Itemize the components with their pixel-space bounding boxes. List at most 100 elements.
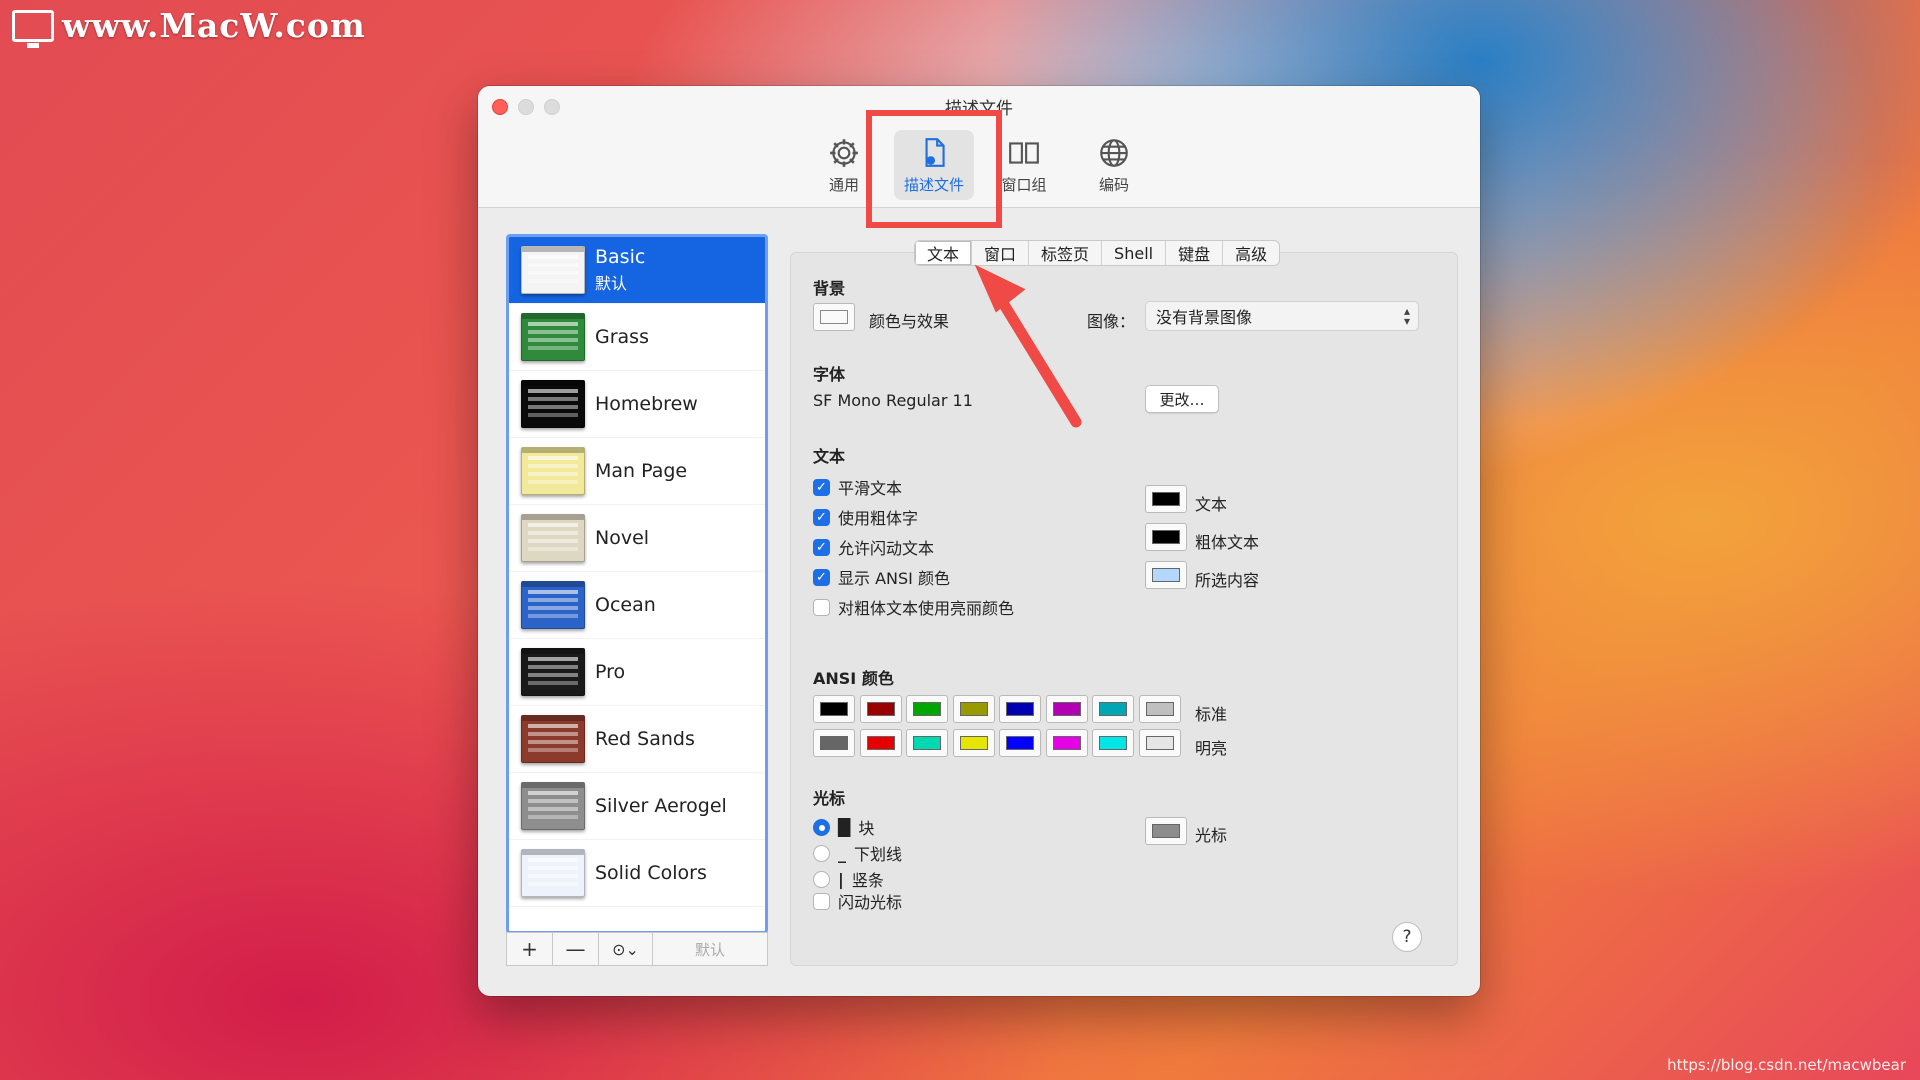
blink-cursor-label: 闪动光标 — [838, 893, 903, 912]
color-fill — [1052, 736, 1081, 750]
ansi-normal-color-well[interactable] — [952, 695, 995, 723]
highlight-box — [866, 110, 1002, 228]
text-color-well[interactable] — [1145, 523, 1187, 551]
profile-default-badge: 默认 — [595, 274, 628, 293]
tab-5[interactable]: 高级 — [1223, 241, 1279, 265]
ansi-normal-color-well[interactable] — [999, 695, 1041, 723]
add-profile-button[interactable]: + — [507, 933, 553, 965]
more-actions-button[interactable]: ⊙⌄ — [599, 933, 653, 965]
profile-thumbnail — [521, 782, 585, 830]
background-section-title: 背景 — [813, 279, 846, 298]
profile-name: Pro — [595, 661, 626, 683]
background-color-well[interactable] — [813, 303, 855, 331]
background-image-select[interactable]: 没有背景图像 ▴ ▾ — [1145, 301, 1419, 331]
profile-item[interactable]: Silver Aerogel — [509, 773, 765, 840]
color-fill — [959, 736, 988, 750]
monitor-icon — [12, 9, 54, 48]
color-fill — [1152, 492, 1180, 506]
text-option-checkbox[interactable]: ✓ 平滑文本 — [813, 475, 902, 499]
profile-item[interactable]: Ocean — [509, 572, 765, 639]
ansi-bright-color-well[interactable] — [999, 729, 1041, 757]
color-fill — [1006, 736, 1034, 750]
profile-name: Silver Aerogel — [595, 795, 727, 817]
color-fill — [1099, 736, 1127, 750]
profile-item[interactable]: Homebrew — [509, 371, 765, 438]
window-groups-icon — [1009, 141, 1039, 164]
checkbox-box: ✓ — [813, 508, 830, 526]
set-default-button[interactable]: 默认 — [653, 933, 767, 965]
profile-name: Ocean — [595, 594, 656, 616]
tab-2[interactable]: 标签页 — [1029, 241, 1103, 265]
cursor-glyph: | — [838, 869, 844, 889]
preferences-window: 描述文件 通用 描述文件 窗口组 编码 Basic 默认 Grass Homebrew… — [478, 86, 1480, 996]
color-fill — [1052, 702, 1081, 716]
cursor-style-radio[interactable]: | 竖条 — [813, 867, 884, 891]
change-font-button[interactable]: 更改… — [1145, 385, 1219, 413]
toolbar-encodings-label: 编码 — [1098, 175, 1129, 194]
remove-profile-button[interactable]: — — [553, 933, 599, 965]
ansi-bright-color-well[interactable] — [906, 729, 948, 757]
text-option-checkbox[interactable]: ✓ 使用粗体字 — [813, 505, 918, 529]
updown-chevron-icon: ▴ ▾ — [1403, 304, 1410, 328]
blink-cursor-checkbox[interactable]: 闪动光标 — [813, 889, 902, 913]
color-fill — [820, 702, 848, 716]
profile-thumbnail — [521, 246, 585, 294]
image-label: 图像： — [1087, 312, 1136, 331]
tab-3[interactable]: Shell — [1102, 241, 1167, 265]
help-button[interactable]: ? — [1392, 922, 1422, 952]
text-color-well[interactable] — [1145, 485, 1187, 513]
text-option-checkbox[interactable]: 对粗体文本使用亮丽颜色 — [813, 595, 1014, 619]
ansi-bright-color-well[interactable] — [1045, 729, 1088, 757]
cursor-color-well[interactable] — [1145, 817, 1187, 845]
cursor-style-radio[interactable]: _ 下划线 — [813, 841, 902, 865]
font-value: SF Mono Regular 11 — [813, 391, 973, 410]
profile-item[interactable]: Red Sands — [509, 706, 765, 773]
cursor-glyph: █ — [838, 817, 851, 837]
profile-item[interactable]: Novel — [509, 505, 765, 572]
credit-text: https://blog.csdn.net/macwbear — [1667, 1056, 1906, 1074]
profile-item[interactable]: Solid Colors — [509, 840, 765, 907]
gear-icon — [830, 138, 858, 167]
font-section-title: 字体 — [813, 365, 846, 384]
text-option-checkbox[interactable]: ✓ 允许闪动文本 — [813, 535, 934, 559]
ansi-normal-label: 标准 — [1195, 705, 1228, 724]
ansi-bright-color-well[interactable] — [1138, 729, 1181, 757]
cursor-style-radio[interactable]: █ 块 — [813, 815, 874, 839]
ansi-bright-color-well[interactable] — [813, 729, 855, 757]
watermark-text: www.MacW.com — [62, 6, 366, 45]
ansi-bright-color-well[interactable] — [952, 729, 995, 757]
text-option-checkbox[interactable]: ✓ 显示 ANSI 颜色 — [813, 565, 950, 589]
cursor-section-title: 光标 — [813, 789, 846, 808]
profile-item[interactable]: Pro — [509, 639, 765, 706]
ansi-normal-color-well[interactable] — [1092, 695, 1134, 723]
background-image-value: 没有背景图像 — [1156, 308, 1253, 327]
profile-item[interactable]: Basic 默认 — [509, 237, 765, 304]
ansi-normal-color-well[interactable] — [859, 695, 902, 723]
ansi-normal-color-well[interactable] — [1045, 695, 1088, 723]
tab-1[interactable]: 窗口 — [972, 241, 1030, 265]
checkbox-label: 允许闪动文本 — [838, 539, 935, 558]
profile-name: Man Page — [595, 460, 688, 482]
ansi-normal-color-well[interactable] — [906, 695, 948, 723]
profile-label: Solid Colors — [595, 862, 707, 884]
cursor-style-label: 竖条 — [851, 871, 884, 890]
profile-item[interactable]: Grass — [509, 304, 765, 371]
profile-thumbnail — [521, 648, 585, 696]
text-color-well[interactable] — [1145, 561, 1187, 589]
cursor-style-label: 块 — [858, 819, 875, 838]
tab-4[interactable]: 键盘 — [1166, 241, 1224, 265]
ansi-normal-color-well[interactable] — [1138, 695, 1181, 723]
profile-thumbnail — [521, 715, 585, 763]
profile-label: Homebrew — [595, 393, 698, 415]
toolbar-encodings[interactable]: 编码 — [1074, 130, 1154, 200]
ansi-bright-color-well[interactable] — [1092, 729, 1134, 757]
color-fill — [1152, 568, 1180, 582]
ansi-bright-color-well[interactable] — [859, 729, 902, 757]
profile-item[interactable]: Man Page — [509, 438, 765, 505]
watermark: www.MacW.com — [12, 6, 366, 48]
text-color-label: 文本 — [1195, 495, 1228, 514]
checkbox-label: 平滑文本 — [838, 479, 903, 498]
ansi-normal-color-well[interactable] — [813, 695, 855, 723]
profile-label: Silver Aerogel — [595, 795, 727, 817]
tab-0[interactable]: 文本 — [915, 241, 973, 265]
